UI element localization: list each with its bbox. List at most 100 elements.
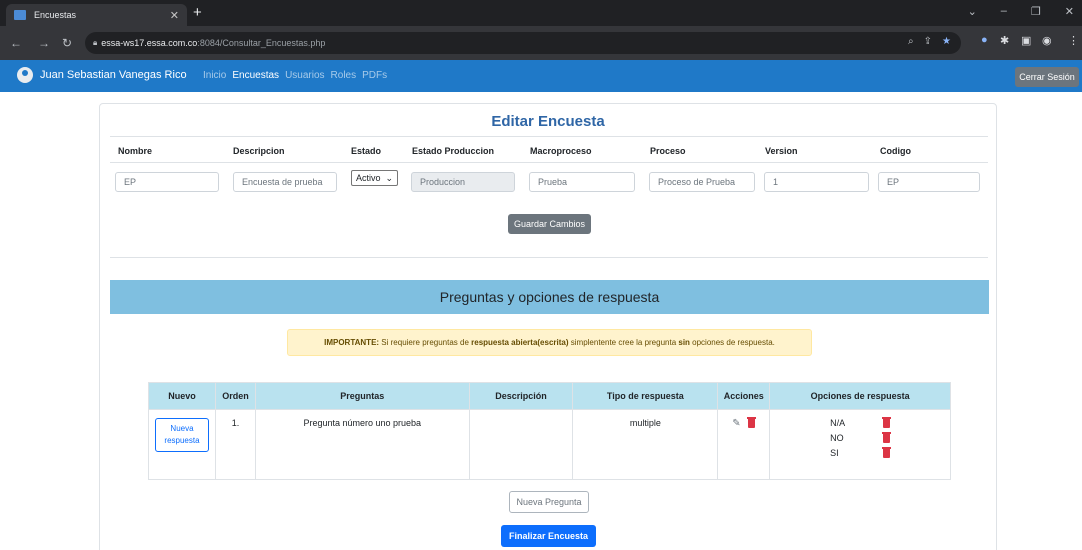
tab-search-icon[interactable]: ⌄ [968, 5, 977, 18]
close-tab-icon[interactable]: ✕ [170, 9, 179, 22]
edit-icon[interactable]: ✎ [732, 418, 740, 429]
option-item: N/A [830, 416, 892, 428]
lock-icon: 🔒︎ [93, 38, 98, 47]
omnibox-actions: ⌕ ⇪ ★ [908, 36, 951, 47]
header-nombre: Nombre [118, 146, 153, 156]
main-nav-links: Inicio Encuestas Usuarios Roles PDFs [203, 70, 387, 81]
user-avatar-icon [17, 67, 33, 83]
save-changes-button[interactable]: Guardar Cambios [508, 214, 591, 234]
close-window-icon[interactable]: ✕ [1065, 5, 1074, 18]
column-header-opciones: Opciones de respuesta [769, 382, 951, 410]
header-proceso: Proceso [650, 146, 686, 156]
header-version: Version [765, 146, 798, 156]
side-panel-icon[interactable]: ▣ [1021, 34, 1031, 47]
nav-link-roles[interactable]: Roles [331, 70, 357, 81]
column-header-descripcion: Descripción [468, 382, 574, 410]
finish-survey-button[interactable]: Finalizar Encuesta [501, 525, 596, 547]
cell-options: N/A NO SI [769, 409, 951, 480]
extensions-puzzle-icon[interactable]: ✱ [1000, 34, 1009, 47]
profile-avatar-icon[interactable]: ◉ [1042, 34, 1052, 47]
page-title: Editar Encuesta [491, 113, 605, 130]
macroproceso-field[interactable]: Prueba [529, 172, 635, 192]
nav-link-pdfs[interactable]: PDFs [362, 70, 387, 81]
alert-prefix: IMPORTANTE: [324, 338, 380, 347]
nav-link-inicio[interactable]: Inicio [203, 70, 226, 81]
alert-bold-2: sin [678, 338, 690, 347]
cell-description [468, 409, 574, 480]
nav-link-encuestas[interactable]: Encuestas [232, 70, 279, 81]
cell-nuevo: Nueva respuesta [148, 409, 216, 480]
divider [110, 136, 988, 137]
alert-text-3: opciones de respuesta. [689, 338, 775, 347]
estado-select[interactable]: Activo ⌄ [351, 170, 398, 186]
column-header-nuevo: Nuevo [148, 382, 216, 410]
nav-link-usuarios[interactable]: Usuarios [285, 70, 324, 81]
important-alert: IMPORTANTE: Si requiere preguntas de res… [287, 329, 812, 356]
edit-survey-card: Editar Encuesta Nombre Descripcion Estad… [99, 103, 997, 550]
window-controls: ⌄ – ❐ ✕ [968, 5, 1074, 18]
column-header-orden: Orden [214, 382, 256, 410]
zoom-icon[interactable]: ⌕ [908, 36, 914, 47]
alert-text-2: simplentente cree la pregunta [568, 338, 679, 347]
forward-icon[interactable]: → [38, 36, 50, 50]
header-estado: Estado [351, 146, 382, 156]
column-header-preguntas: Preguntas [254, 382, 470, 410]
extension-icon[interactable]: ● [981, 34, 988, 46]
app-navbar: Juan Sebastian Vanegas Rico Inicio Encue… [0, 60, 1082, 92]
option-item: NO [830, 431, 892, 443]
back-icon[interactable]: ← [10, 36, 22, 50]
descripcion-field[interactable]: Encuesta de prueba [233, 172, 337, 192]
cell-actions: ✎ [717, 409, 771, 480]
trash-icon[interactable] [882, 446, 892, 458]
option-label: NO [830, 433, 844, 443]
cell-question: Pregunta número uno prueba [254, 409, 470, 480]
share-icon[interactable]: ⇪ [924, 36, 932, 47]
option-item: SI [830, 446, 892, 458]
divider [110, 257, 988, 258]
divider [110, 162, 988, 163]
site-favicon-icon [14, 10, 26, 20]
trash-icon[interactable] [747, 417, 757, 429]
minimize-icon[interactable]: – [1001, 5, 1007, 18]
version-field[interactable]: 1 [764, 172, 869, 192]
new-response-button[interactable]: Nueva respuesta [154, 418, 209, 452]
alert-text-1: Si requiere preguntas de [379, 338, 472, 347]
header-macroproceso: Macroproceso [530, 146, 592, 156]
url-field[interactable]: 🔒︎ essa-ws17.essa.com.co :8084/Consultar… [85, 32, 961, 54]
option-label: N/A [830, 418, 846, 428]
estado-select-value: Activo [356, 173, 381, 183]
bookmark-star-icon[interactable]: ★ [942, 36, 951, 47]
user-name: Juan Sebastian Vanegas Rico [40, 69, 187, 81]
restore-icon[interactable]: ❐ [1031, 5, 1041, 18]
codigo-field[interactable]: EP [878, 172, 980, 192]
reload-icon[interactable]: ↻ [62, 36, 72, 50]
column-header-tipo-respuesta: Tipo de respuesta [572, 382, 719, 410]
header-descripcion: Descripcion [233, 146, 285, 156]
header-estado-produccion: Estado Produccion [412, 146, 495, 156]
alert-bold-1: respuesta abierta(escrita) [471, 338, 569, 347]
proceso-field[interactable]: Proceso de Prueba [649, 172, 755, 192]
header-codigo: Codigo [880, 146, 911, 156]
estado-produccion-field: Produccion [411, 172, 515, 192]
cell-orden: 1. [214, 409, 256, 480]
questions-section-title: Preguntas y opciones de respuesta [110, 280, 989, 314]
nombre-field[interactable]: EP [115, 172, 219, 192]
url-host: essa-ws17.essa.com.co [101, 38, 198, 48]
trash-icon[interactable] [882, 416, 892, 428]
logout-button[interactable]: Cerrar Sesión [1015, 67, 1079, 87]
trash-icon[interactable] [882, 431, 892, 443]
cell-type: multiple [572, 409, 719, 480]
browser-tab-bar: Encuestas ✕ + ⌄ – ❐ ✕ [0, 0, 1082, 26]
new-question-button[interactable]: Nueva Pregunta [509, 491, 589, 513]
browser-menu-icon[interactable]: ⋮ [1068, 34, 1079, 47]
questions-table: Nuevo Orden Preguntas Descripción Tipo d… [148, 382, 951, 480]
url-path: :8084/Consultar_Encuestas.php [197, 38, 326, 48]
column-header-acciones: Acciones [717, 382, 771, 410]
new-tab-icon[interactable]: + [193, 4, 202, 21]
browser-tab[interactable]: Encuestas ✕ [6, 4, 187, 26]
options-list: N/A NO SI [770, 416, 950, 458]
table-row: Nueva respuesta 1. Pregunta número uno p… [148, 409, 951, 480]
chevron-down-icon: ⌄ [385, 172, 394, 183]
table-header-row: Nuevo Orden Preguntas Descripción Tipo d… [148, 382, 951, 410]
option-label: SI [830, 448, 839, 458]
